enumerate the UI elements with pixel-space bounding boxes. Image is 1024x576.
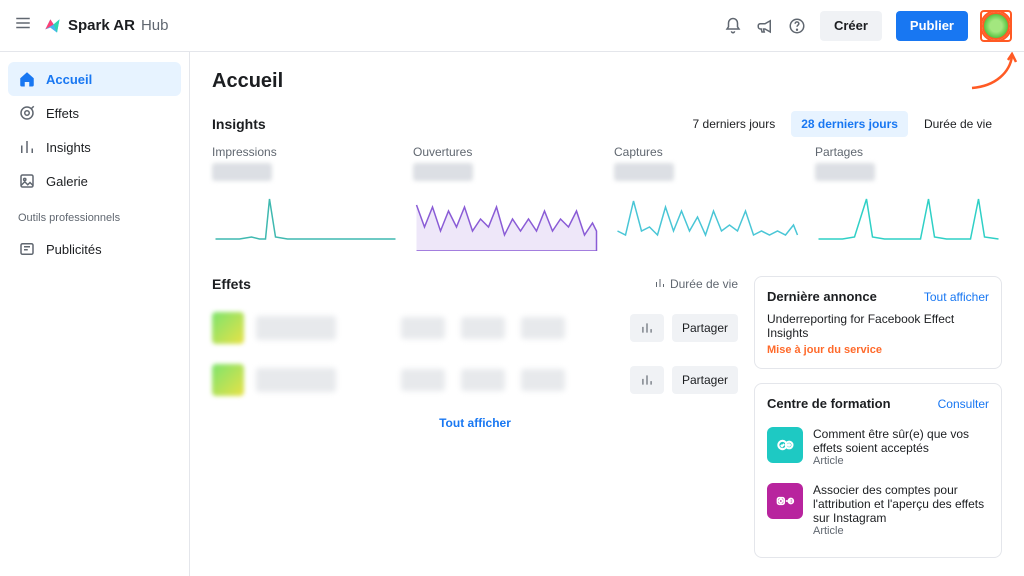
effects-section: Effets Durée de vie Partager	[212, 276, 738, 558]
metric-label: Ouvertures	[413, 145, 600, 159]
metric-value	[614, 163, 674, 181]
publish-button[interactable]: Publier	[896, 11, 968, 41]
gallery-icon	[18, 172, 36, 190]
effect-row: Partager	[212, 302, 738, 354]
education-title: Centre de formation	[767, 396, 891, 411]
help-icon[interactable]	[788, 17, 806, 35]
tab-lifetime[interactable]: Durée de vie	[914, 111, 1002, 137]
education-link[interactable]: Consulter	[938, 397, 989, 411]
nav-label: Galerie	[46, 174, 88, 189]
effects-lifetime[interactable]: Durée de vie	[654, 277, 738, 292]
accounts-icon	[767, 483, 803, 519]
nav-effects[interactable]: Effets	[8, 96, 181, 130]
home-icon	[18, 70, 36, 88]
effects-show-all[interactable]: Tout afficher	[212, 416, 738, 430]
effect-row: Partager	[212, 354, 738, 406]
nav-home[interactable]: Accueil	[8, 62, 181, 96]
brand-suffix: Hub	[141, 17, 169, 34]
brand-logo[interactable]: Spark AR Hub	[42, 16, 169, 36]
metric-value	[212, 163, 272, 181]
megaphone-icon[interactable]	[756, 17, 774, 35]
sparkline	[413, 187, 600, 251]
metric-label: Impressions	[212, 145, 399, 159]
ads-icon	[18, 240, 36, 258]
education-item[interactable]: Comment être sûr(e) que vos effets soien…	[767, 419, 989, 475]
education-item-title: Associer des comptes pour l'attribution …	[813, 483, 989, 525]
effects-title: Effets	[212, 276, 251, 292]
topbar: Spark AR Hub Créer Publier	[0, 0, 1024, 52]
sparkline	[815, 187, 1002, 251]
card-captures[interactable]: Captures	[614, 145, 801, 254]
page-title: Accueil	[212, 70, 1002, 93]
education-item-sub: Article	[813, 525, 989, 537]
education-item-title: Comment être sûr(e) que vos effets soien…	[813, 427, 989, 455]
bars-icon	[654, 277, 666, 292]
education-panel: Centre de formation Consulter Comment êt…	[754, 383, 1002, 558]
effect-stats-button[interactable]	[630, 314, 664, 342]
insights-range-tabs: 7 derniers jours 28 derniers jours Durée…	[683, 111, 1002, 137]
brand-name: Spark AR	[68, 17, 135, 34]
effect-thumbnail[interactable]	[212, 364, 244, 396]
education-item-sub: Article	[813, 455, 989, 467]
insights-title: Insights	[212, 116, 266, 132]
nav-ads[interactable]: Publicités	[8, 232, 181, 266]
sparkline	[212, 187, 399, 251]
create-button[interactable]: Créer	[820, 11, 882, 41]
insight-cards: Impressions Ouvertures Captures Partages	[212, 145, 1002, 254]
nav-label: Insights	[46, 140, 91, 155]
nav-label: Effets	[46, 106, 79, 121]
card-opens[interactable]: Ouvertures	[413, 145, 600, 254]
education-item[interactable]: Associer des comptes pour l'attribution …	[767, 475, 989, 545]
effect-share-button[interactable]: Partager	[672, 314, 738, 342]
notifications-icon[interactable]	[724, 17, 742, 35]
check-icon	[767, 427, 803, 463]
announcement-panel: Dernière annonce Tout afficher Underrepo…	[754, 276, 1002, 369]
effect-thumbnail[interactable]	[212, 312, 244, 344]
announcement-tag: Mise à jour du service	[767, 344, 989, 356]
profile-avatar[interactable]	[982, 12, 1010, 40]
target-icon	[18, 104, 36, 122]
nav-label: Publicités	[46, 242, 102, 257]
card-shares[interactable]: Partages	[815, 145, 1002, 254]
effect-stats-button[interactable]	[630, 366, 664, 394]
nav-section-pro: Outils professionnels	[8, 204, 181, 232]
announcement-show-all[interactable]: Tout afficher	[924, 290, 989, 304]
metric-value	[413, 163, 473, 181]
effect-name	[256, 368, 336, 392]
effect-share-button[interactable]: Partager	[672, 366, 738, 394]
menu-icon[interactable]	[14, 14, 32, 37]
effect-name	[256, 316, 336, 340]
nav-gallery[interactable]: Galerie	[8, 164, 181, 198]
sidebar: Accueil Effets Insights Galerie Outils p…	[0, 52, 190, 576]
card-impressions[interactable]: Impressions	[212, 145, 399, 254]
metric-value	[815, 163, 875, 181]
bars-icon	[18, 138, 36, 156]
tab-7days[interactable]: 7 derniers jours	[683, 111, 786, 137]
announcement-item[interactable]: Underreporting for Facebook Effect Insig…	[767, 312, 989, 340]
sparkline	[614, 187, 801, 251]
nav-label: Accueil	[46, 72, 92, 87]
metric-label: Partages	[815, 145, 1002, 159]
nav-insights[interactable]: Insights	[8, 130, 181, 164]
announcement-title: Dernière annonce	[767, 289, 877, 304]
main-content: Accueil Insights 7 derniers jours 28 der…	[190, 52, 1024, 576]
metric-label: Captures	[614, 145, 801, 159]
tab-28days[interactable]: 28 derniers jours	[791, 111, 908, 137]
